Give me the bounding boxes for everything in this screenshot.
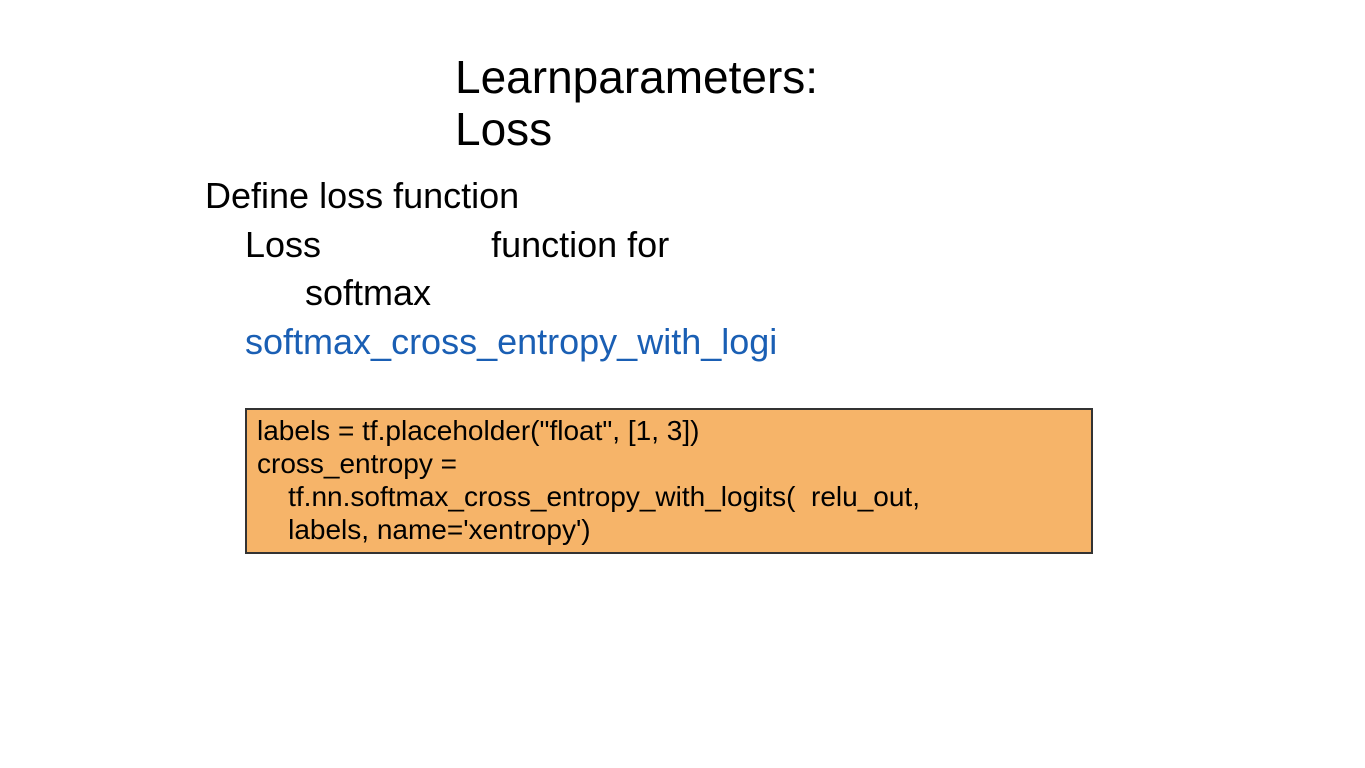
- softmax-link[interactable]: softmax_cross_entropy_with_logi: [205, 318, 777, 367]
- loss-for-line: Loss function for: [205, 221, 777, 270]
- define-line: Define loss function: [205, 172, 777, 221]
- title-line-2: Loss: [455, 104, 818, 156]
- code-box: labels = tf.placeholder("float", [1, 3])…: [245, 408, 1093, 554]
- title-line-1: Learnparameters:: [455, 52, 818, 104]
- code-line-3: tf.nn.softmax_cross_entropy_with_logits(…: [257, 480, 1081, 513]
- code-line-4: labels, name='xentropy'): [257, 513, 1081, 546]
- code-line-2: cross_entropy =: [257, 447, 1081, 480]
- softmax-line: softmax: [205, 269, 777, 318]
- slide-title: Learnparameters: Loss: [455, 52, 818, 155]
- code-line-1: labels = tf.placeholder("float", [1, 3]): [257, 414, 1081, 447]
- slide: Learnparameters: Loss Define loss functi…: [0, 0, 1365, 768]
- body-text: Define loss function Loss function for s…: [205, 172, 777, 366]
